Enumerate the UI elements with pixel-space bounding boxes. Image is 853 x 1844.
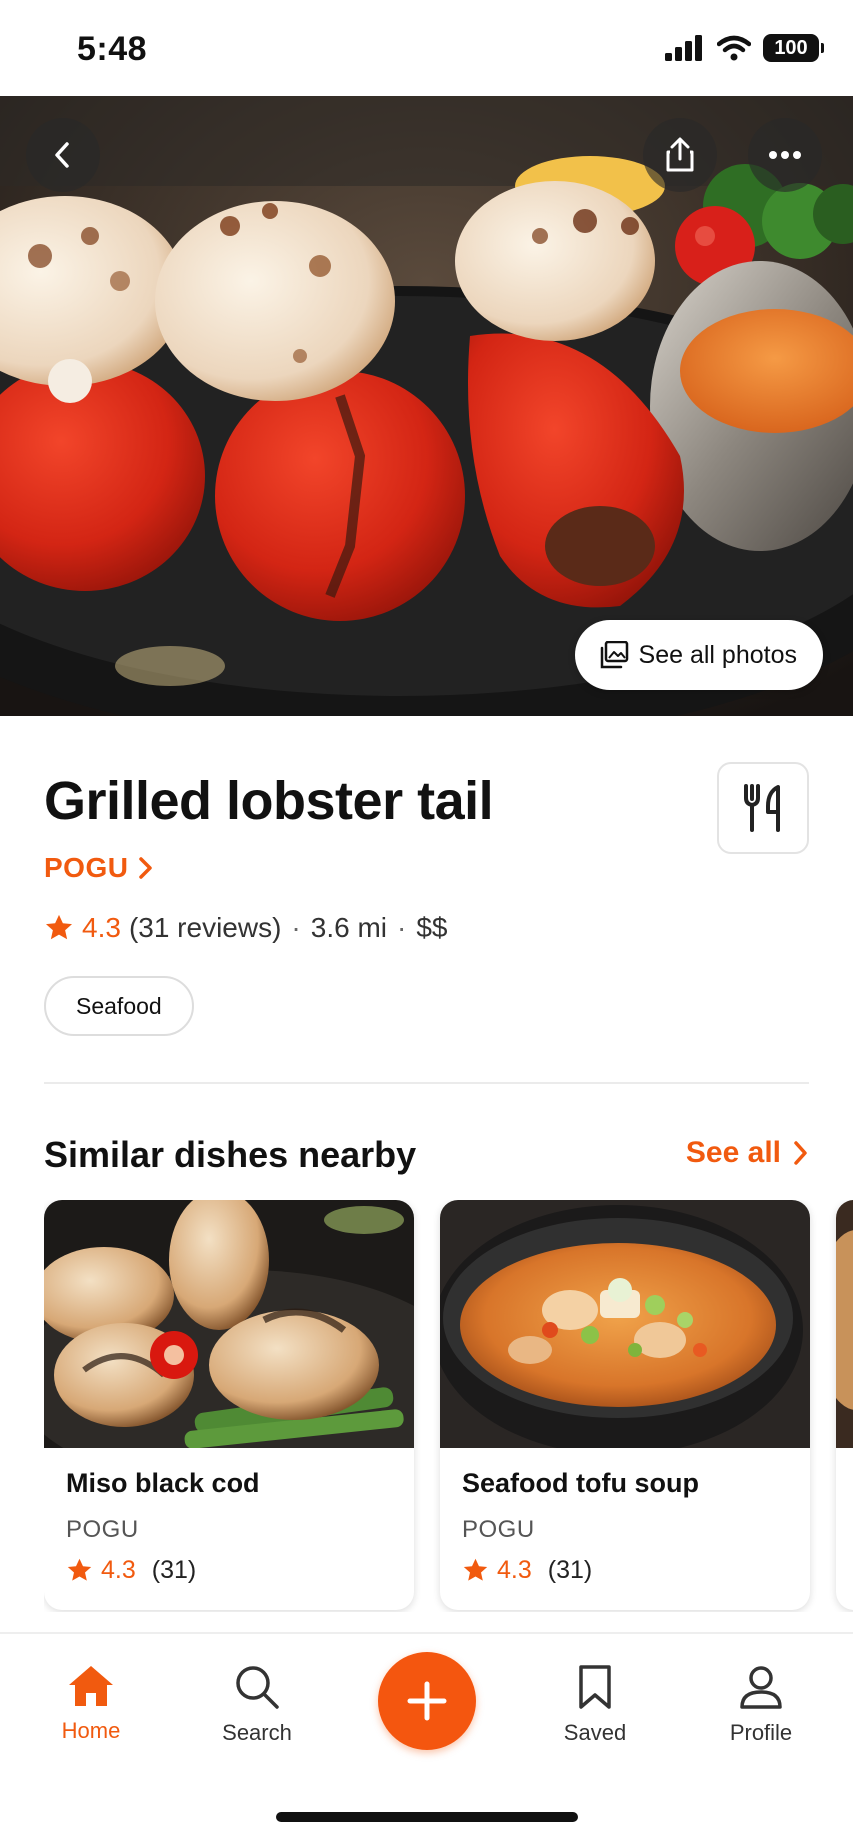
cuisine-tag[interactable]: Seafood xyxy=(44,976,194,1036)
share-button[interactable] xyxy=(643,118,717,192)
chevron-right-icon xyxy=(139,857,153,879)
restaurant-name: POGU xyxy=(44,852,129,883)
restaurant-link[interactable]: POGU xyxy=(44,852,154,884)
star-icon xyxy=(46,914,72,940)
home-indicator xyxy=(276,1812,578,1822)
dish-card-restaurant: POGU xyxy=(462,1516,535,1543)
separator-dot: · xyxy=(397,912,407,943)
person-icon xyxy=(740,1666,782,1709)
bottom-tab-bar: Home Search Saved Profile xyxy=(0,1632,853,1844)
dish-title: Grilled lobster tail xyxy=(44,771,494,831)
see-all-link[interactable]: See all xyxy=(686,1136,809,1170)
dish-card-restaurant: POGU xyxy=(66,1516,139,1543)
star-icon xyxy=(463,1558,488,1581)
dish-detail-screen: 5:48 100 See all photos Grilled lobster … xyxy=(0,0,853,1844)
seafood-tofu-soup-photo xyxy=(440,1200,810,1448)
dish-card[interactable]: Miso black cod POGU 4.3 (31) xyxy=(44,1200,414,1610)
status-bar: 5:48 100 xyxy=(0,0,853,96)
dish-card-rating: 4.3 (31) xyxy=(66,1556,196,1585)
see-all-photos-label: See all photos xyxy=(638,640,797,669)
rating-row: 4.3 (31 reviews) · 3.6 mi · $$ xyxy=(44,912,447,944)
dish-card-review-count: (31) xyxy=(547,1556,593,1584)
similar-dishes-header: Similar dishes nearby See all xyxy=(44,1132,809,1176)
chevron-left-icon xyxy=(55,142,69,168)
menu-button[interactable] xyxy=(717,762,809,854)
dish-card-partial[interactable] xyxy=(836,1200,853,1610)
dish-card-rating-value: 4.3 xyxy=(497,1556,532,1584)
star-icon xyxy=(67,1558,92,1581)
share-icon xyxy=(666,137,694,172)
dish-card-rating-value: 4.3 xyxy=(101,1556,136,1584)
section-divider xyxy=(44,1082,809,1084)
home-icon xyxy=(69,1666,113,1706)
battery-indicator: 100 xyxy=(763,34,824,62)
review-count[interactable]: (31 reviews) xyxy=(129,912,281,944)
dish-card-review-count: (31) xyxy=(151,1556,197,1584)
see-all-label: See all xyxy=(685,1136,781,1169)
status-time: 5:48 xyxy=(77,30,148,68)
tab-search-label: Search xyxy=(222,1720,292,1745)
wifi-icon xyxy=(717,35,751,61)
fork-knife-icon xyxy=(744,784,780,832)
tab-home[interactable]: Home xyxy=(21,1664,161,1744)
see-all-photos-button[interactable]: See all photos xyxy=(574,620,823,690)
bookmark-icon xyxy=(579,1665,611,1709)
dish-card-rating: 4.3 (31) xyxy=(462,1556,592,1585)
tab-home-label: Home xyxy=(61,1718,121,1743)
tab-saved[interactable]: Saved xyxy=(525,1664,665,1746)
add-button[interactable] xyxy=(378,1652,476,1750)
tab-profile-label: Profile xyxy=(729,1720,793,1745)
tab-search[interactable]: Search xyxy=(187,1664,327,1746)
status-icons: 100 xyxy=(665,34,824,62)
cellular-signal-icon xyxy=(665,35,702,61)
search-icon xyxy=(236,1666,279,1709)
dish-card-name: Seafood tofu soup xyxy=(462,1468,699,1498)
distance: 3.6 mi xyxy=(310,912,387,943)
separator-dot: · xyxy=(291,912,301,943)
more-options-button[interactable] xyxy=(748,118,822,192)
photo-gallery-icon xyxy=(600,641,628,669)
hero-photo[interactable]: See all photos xyxy=(0,96,853,716)
price-level: $$ xyxy=(416,912,448,943)
dish-card-name: Miso black cod xyxy=(66,1468,260,1498)
miso-black-cod-photo xyxy=(44,1200,414,1448)
dish-photo xyxy=(836,1200,853,1448)
tab-profile[interactable]: Profile xyxy=(691,1664,831,1746)
plus-icon xyxy=(407,1681,447,1721)
chevron-right-icon xyxy=(794,1141,807,1165)
tab-saved-label: Saved xyxy=(563,1720,627,1745)
rating-value: 4.3 xyxy=(82,912,121,943)
dish-card[interactable]: Seafood tofu soup POGU 4.3 (31) xyxy=(440,1200,810,1610)
section-title: Similar dishes nearby xyxy=(44,1134,417,1175)
similar-dishes-carousel[interactable]: Miso black cod POGU 4.3 (31) Seafood tof… xyxy=(44,1200,853,1612)
back-button[interactable] xyxy=(26,118,100,192)
more-horizontal-icon xyxy=(769,151,801,159)
